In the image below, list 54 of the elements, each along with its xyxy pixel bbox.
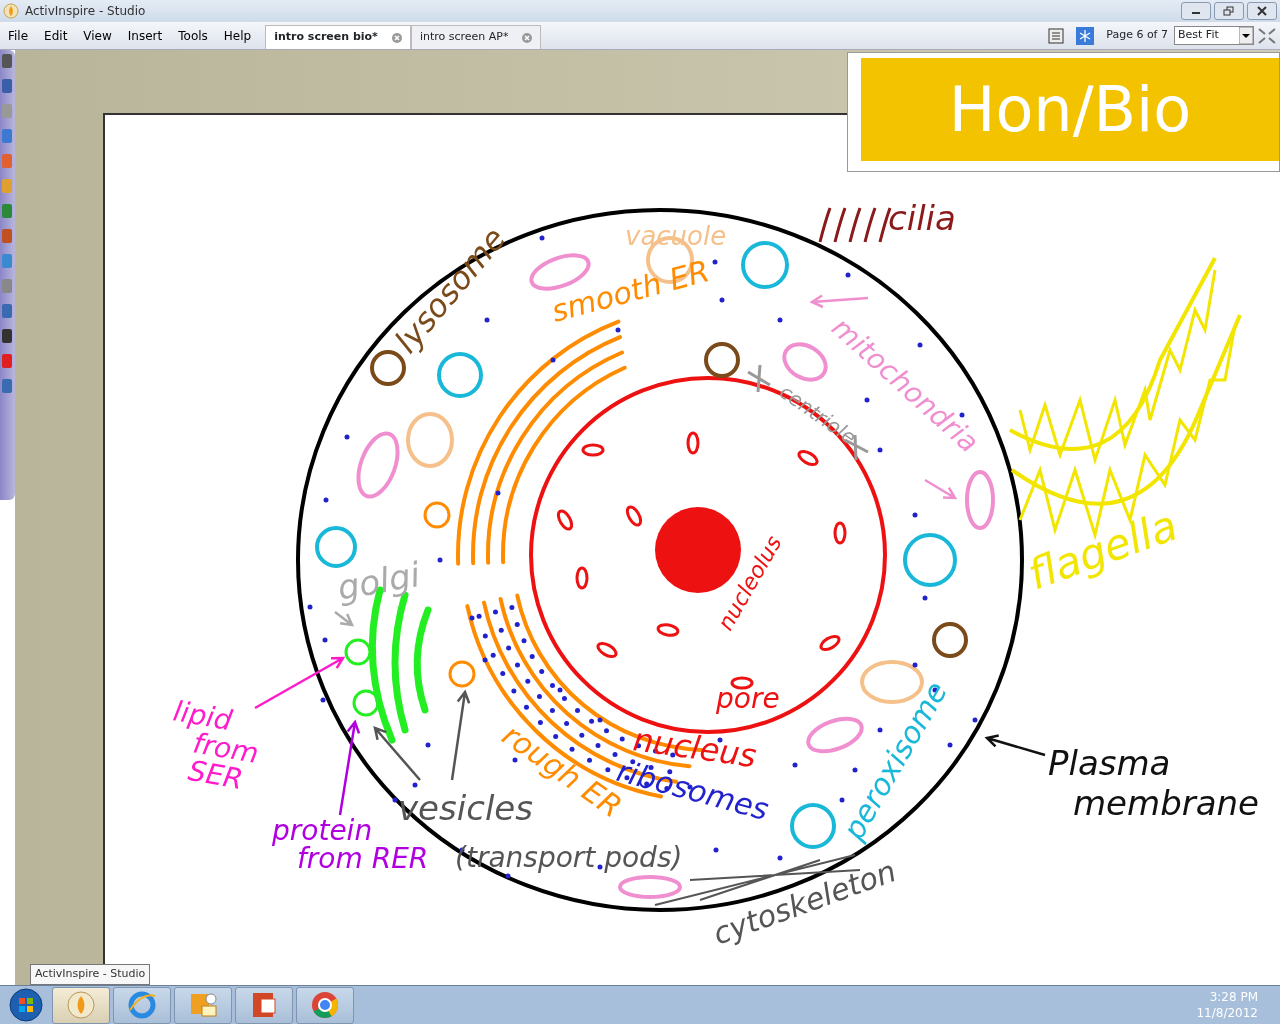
tool-icon[interactable] — [2, 229, 12, 243]
app-logo-icon — [3, 3, 19, 19]
menu-item[interactable]: Tools — [170, 26, 216, 45]
caret-icon — [1239, 27, 1253, 44]
clock-time: 3:28 PM — [1208, 989, 1258, 1005]
handwritten-label: golgi — [334, 554, 423, 608]
close-tab-icon[interactable] — [391, 32, 402, 43]
handwritten-label: Plasma membrane — [1048, 743, 1260, 823]
document-tab[interactable]: intro screen bio* — [265, 25, 411, 49]
arrow — [809, 294, 870, 309]
tool-icon[interactable] — [2, 329, 12, 343]
arrow — [923, 478, 958, 500]
taskbar-button[interactable] — [235, 986, 293, 1024]
menu-item[interactable]: View — [75, 26, 120, 45]
fullscreen-icon[interactable] — [1257, 26, 1277, 45]
tool-icon[interactable] — [2, 304, 12, 318]
clock-date: 11/8/2012 — [1196, 1005, 1258, 1021]
slide-title: Hon/Bio — [861, 58, 1279, 161]
snowflake-icon[interactable] — [1076, 26, 1095, 45]
close-button[interactable] — [1247, 2, 1277, 20]
page-indicator: Page 6 of 7 — [1106, 27, 1168, 44]
taskbar-button[interactable] — [296, 986, 354, 1024]
document-tab[interactable]: intro screen AP* — [410, 25, 542, 49]
minimize-button[interactable] — [1181, 2, 1211, 20]
handwritten-label: pore — [716, 682, 780, 715]
taskbar-button[interactable] — [113, 986, 171, 1024]
menu-item[interactable]: Help — [215, 26, 260, 45]
start-button[interactable] — [6, 987, 46, 1023]
mail-clock-icon — [188, 990, 218, 1020]
handwritten-label: lipid from SER — [170, 694, 262, 796]
taskbar-button[interactable] — [174, 986, 232, 1024]
menu-item[interactable]: Insert — [119, 26, 171, 45]
arrow — [984, 734, 1047, 757]
menu-item[interactable]: Edit — [36, 26, 76, 45]
flame-icon — [66, 990, 96, 1020]
tooltip: ActivInspire - Studio — [30, 964, 151, 985]
menu-item[interactable]: File — [0, 26, 37, 45]
globe-e-icon — [127, 990, 157, 1020]
arrow — [373, 726, 422, 782]
page-list-icon[interactable] — [1048, 27, 1065, 44]
handwritten-label: vacuole — [625, 221, 727, 251]
restore-icon — [1223, 6, 1235, 16]
handwritten-label: smooth ER — [547, 253, 713, 329]
close-tab-icon[interactable] — [522, 32, 533, 43]
chrome-icon — [310, 990, 340, 1020]
tool-icon[interactable] — [2, 79, 12, 93]
close-icon — [1256, 6, 1268, 16]
taskbar-button[interactable] — [52, 986, 110, 1024]
tool-icon[interactable] — [2, 54, 12, 68]
tool-icon[interactable] — [2, 379, 12, 393]
zoom-dropdown[interactable]: Best Fit — [1174, 26, 1254, 45]
arrow — [333, 610, 355, 627]
window-title: ActivInspire - Studio — [25, 3, 147, 20]
handwritten-label: cilia — [888, 198, 956, 238]
